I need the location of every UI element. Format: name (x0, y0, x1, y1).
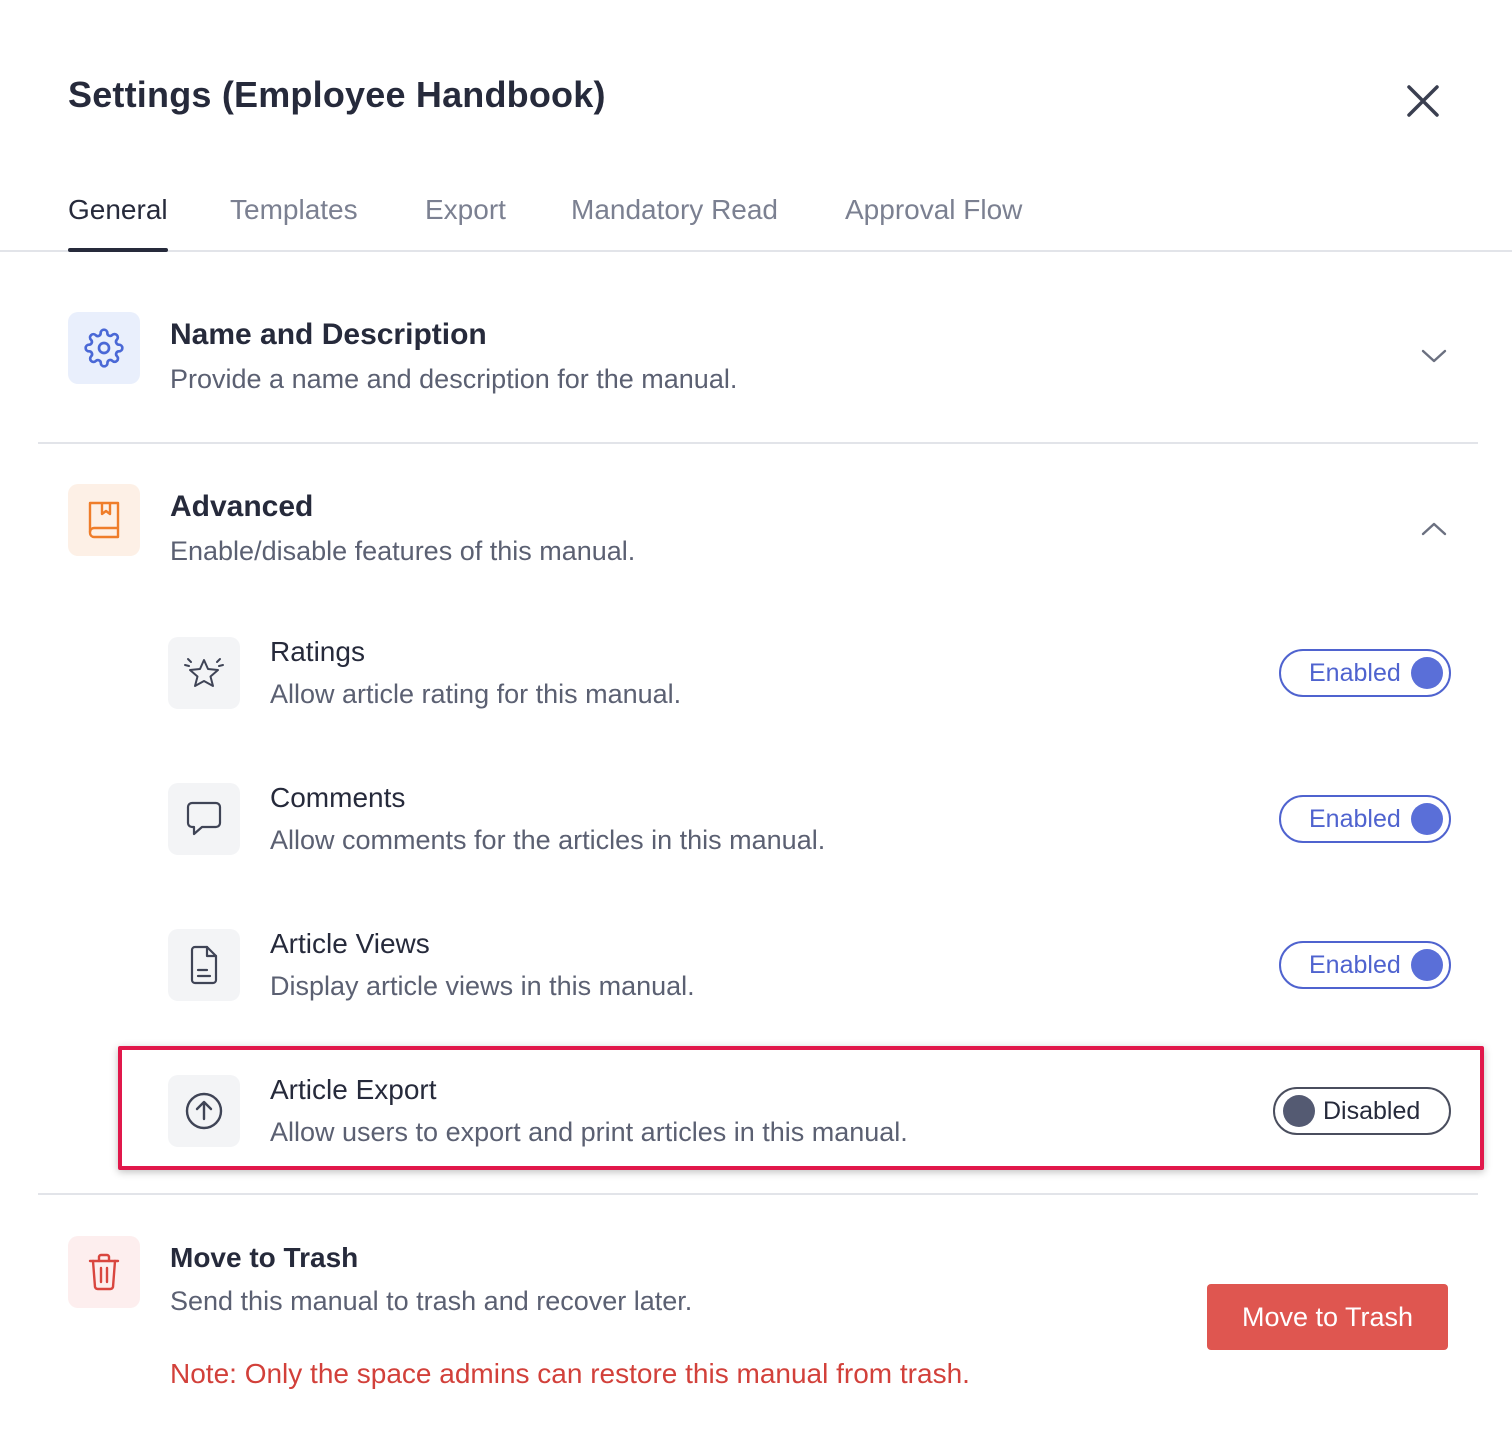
tab-mandatory-read[interactable]: Mandatory Read (571, 194, 778, 226)
section-divider (38, 442, 1478, 444)
ratings-desc: Allow article rating for this manual. (270, 679, 682, 709)
name-description-title: Name and Description (170, 318, 487, 351)
document-icon (190, 945, 218, 985)
trash-desc: Send this manual to trash and recover la… (170, 1286, 693, 1316)
comment-icon (186, 801, 222, 836)
article-views-title: Article Views (270, 928, 430, 959)
article-views-toggle[interactable]: Enabled (1279, 941, 1451, 989)
settings-dialog: Settings (Employee Handbook) General Tem… (0, 0, 1512, 1438)
expand-name-description-button[interactable] (1416, 338, 1452, 374)
ratings-icon-box (168, 637, 240, 709)
dialog-title: Settings (Employee Handbook) (68, 74, 606, 115)
article-views-desc: Display article views in this manual. (270, 971, 695, 1001)
tab-bar: General Templates Export Mandatory Read … (0, 180, 1512, 252)
toggle-knob (1411, 949, 1443, 981)
trash-note: Note: Only the space admins can restore … (170, 1358, 970, 1389)
article-export-toggle-label: Disabled (1323, 1096, 1421, 1125)
close-button[interactable] (1400, 78, 1446, 124)
chevron-down-icon (1421, 349, 1447, 363)
comments-toggle-label: Enabled (1309, 804, 1401, 833)
trash-icon (88, 1253, 120, 1291)
move-to-trash-button[interactable]: Move to Trash (1207, 1284, 1448, 1350)
ratings-toggle[interactable]: Enabled (1279, 649, 1451, 697)
toggle-knob (1411, 803, 1443, 835)
ratings-title: Ratings (270, 636, 365, 667)
star-icon (184, 658, 224, 687)
trash-title: Move to Trash (170, 1242, 359, 1273)
chevron-up-icon (1421, 522, 1447, 536)
tab-general[interactable]: General (68, 194, 168, 252)
article-export-icon-box (168, 1075, 240, 1147)
tab-export[interactable]: Export (425, 194, 506, 226)
settings-section-icon (68, 312, 140, 384)
toggle-knob (1411, 657, 1443, 689)
section-divider (38, 1193, 1478, 1195)
advanced-section-icon (68, 484, 140, 556)
toggle-knob (1283, 1095, 1315, 1127)
article-export-desc: Allow users to export and print articles… (270, 1117, 908, 1147)
name-description-desc: Provide a name and description for the m… (170, 364, 738, 394)
upload-icon (185, 1092, 223, 1130)
gear-icon (84, 328, 124, 368)
article-views-icon-box (168, 929, 240, 1001)
article-views-toggle-label: Enabled (1309, 950, 1401, 979)
advanced-title: Advanced (170, 490, 314, 523)
tab-templates[interactable]: Templates (230, 194, 358, 226)
tab-approval-flow[interactable]: Approval Flow (845, 194, 1022, 226)
collapse-advanced-button[interactable] (1416, 511, 1452, 547)
book-icon (88, 501, 120, 539)
advanced-desc: Enable/disable features of this manual. (170, 536, 636, 566)
article-export-toggle[interactable]: Disabled (1273, 1087, 1451, 1135)
comments-icon-box (168, 783, 240, 855)
ratings-toggle-label: Enabled (1309, 658, 1401, 687)
close-icon (1407, 85, 1439, 117)
comments-title: Comments (270, 782, 406, 813)
comments-toggle[interactable]: Enabled (1279, 795, 1451, 843)
comments-desc: Allow comments for the articles in this … (270, 825, 826, 855)
article-export-title: Article Export (270, 1074, 437, 1105)
trash-section-icon (68, 1236, 140, 1308)
